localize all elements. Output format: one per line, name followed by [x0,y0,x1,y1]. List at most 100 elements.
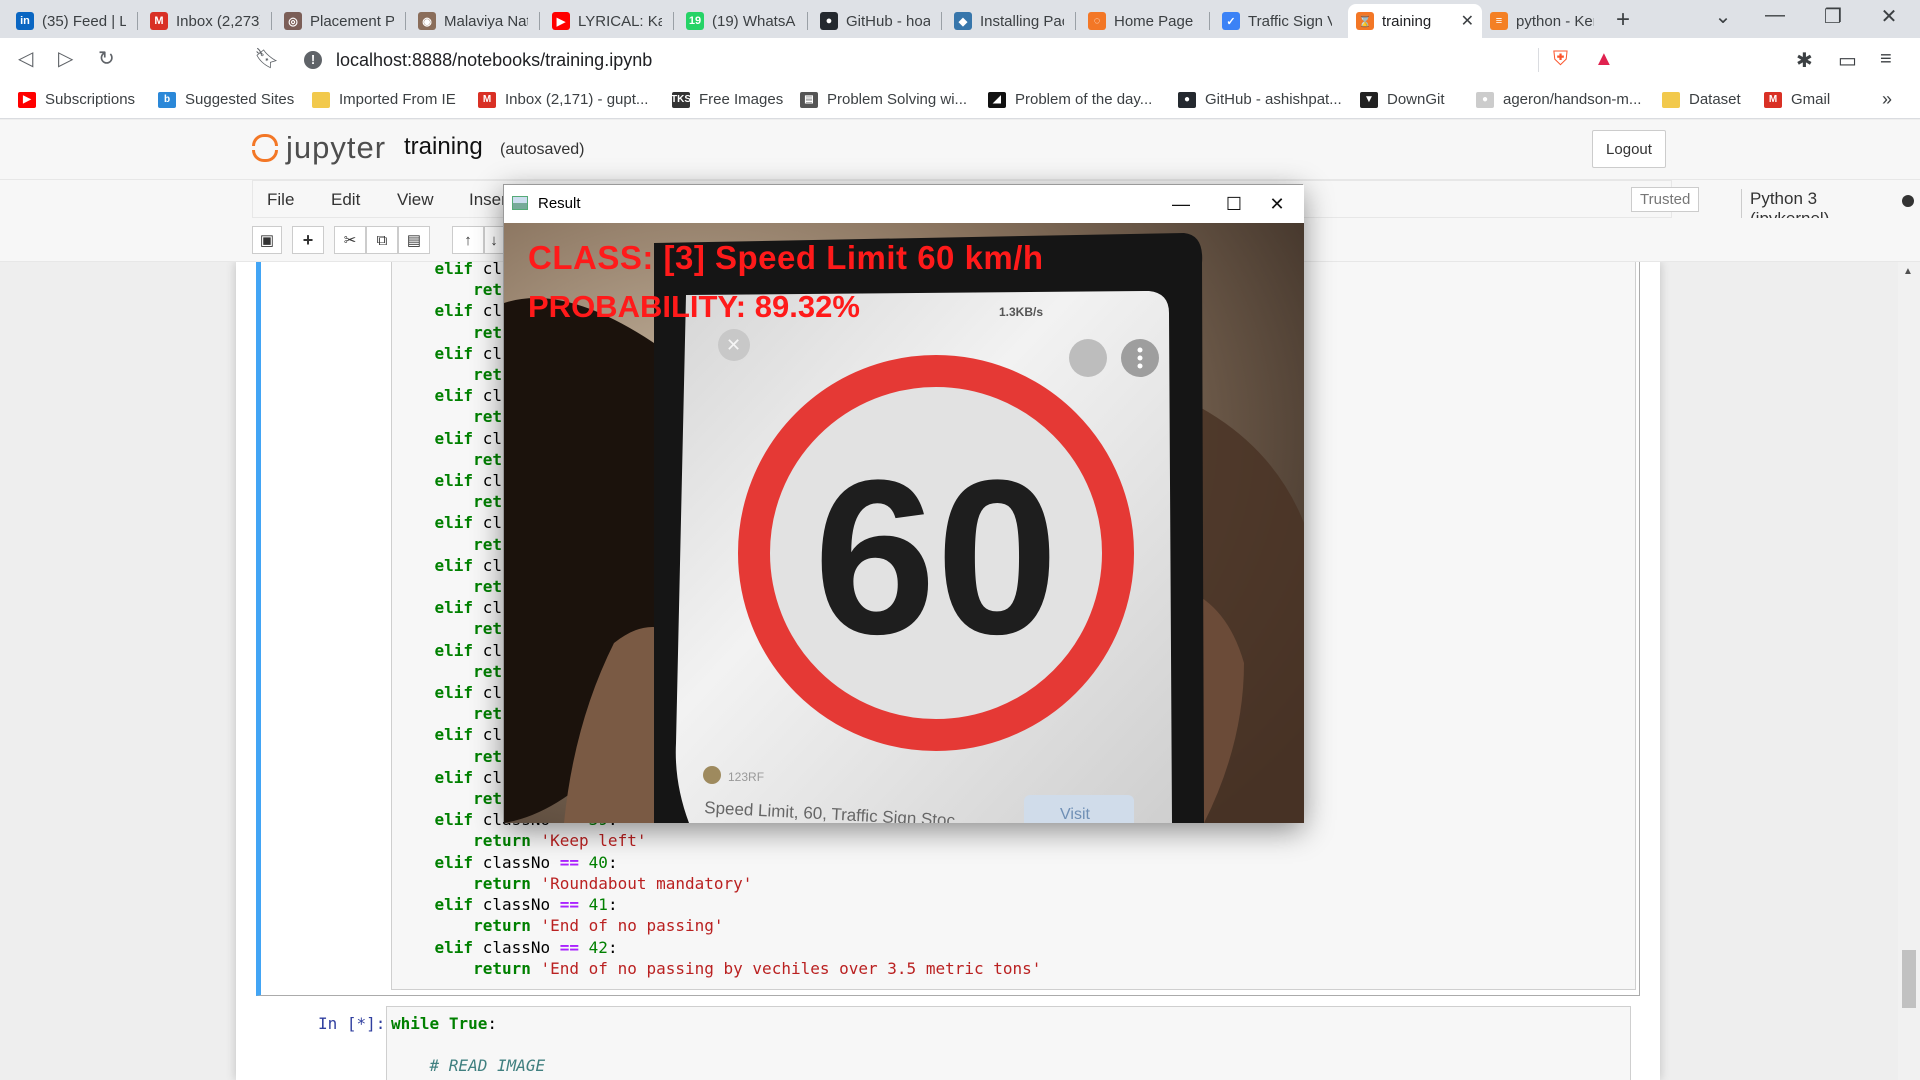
python-icon: ◆ [954,12,972,30]
browser-tab[interactable]: in (35) Feed | Li [8,4,134,38]
back-icon[interactable]: ◁ [18,46,33,71]
bookmark-item[interactable]: TKS Free Images [671,91,784,108]
site-info-icon[interactable]: ! [304,51,322,69]
logout-button[interactable]: Logout [1592,130,1666,168]
code-token: classNo [473,852,560,872]
browser-tab[interactable]: 19 (19) WhatsAp [678,4,804,38]
traffic-sign-icon: ✓ [1222,12,1240,30]
browser-tab-label: python - Ker [1516,12,1594,30]
bookmark-item[interactable]: M Gmail [1764,91,1830,108]
scroll-up-icon[interactable]: ▲ [1903,266,1913,277]
browser-tab[interactable]: ≡ python - Ker [1482,4,1602,38]
menu-view[interactable]: View [397,190,434,210]
code-token: elif [434,555,474,575]
new-tab-icon[interactable]: + [1616,6,1630,34]
browser-tab[interactable]: M Inbox (2,273) [142,4,268,38]
code-token: elif [434,386,474,406]
brave-shield-icon[interactable]: ⛨ [1553,48,1568,71]
bookmark-item[interactable]: M Inbox (2,171) - gupt... [478,91,648,108]
browser-tab[interactable]: ◆ Installing Pac [946,4,1072,38]
code-token: elif [434,428,474,448]
menu-icon[interactable]: ≡ [1880,48,1892,71]
result-window[interactable]: Result — ☐ ✕ 1.3KB/s ✕ 60 123RF Speed Li… [503,184,1304,823]
bookmark-item[interactable]: Dataset [1662,91,1741,108]
browser-tab[interactable]: ◌ Home Page - [1080,4,1206,38]
browser-tab[interactable]: ⌛ training ✕ [1348,4,1482,38]
jupyter-logo[interactable]: jupyter [252,130,386,166]
bookmark-item[interactable]: ▶ Subscriptions [18,91,135,108]
close-icon[interactable]: ✕ [1252,189,1302,219]
watermark-text: 123RF [728,770,764,784]
url-text[interactable]: localhost:8888/notebooks/training.ipynb [336,50,652,71]
minimize-window-icon[interactable]: — [1752,4,1798,27]
move-up-icon[interactable]: ↑ [452,226,484,254]
bookmark-item[interactable]: b Suggested Sites [158,91,294,108]
code-block-loop[interactable]: while True: # READ IMAGE [391,1013,545,1077]
close-window-icon[interactable]: ✕ [1866,4,1912,29]
brave-rewards-icon[interactable]: ▲ [1594,48,1614,71]
paste-icon[interactable]: ▤ [398,226,430,254]
save-icon[interactable]: ▣ [252,226,282,254]
result-titlebar[interactable]: Result — ☐ ✕ [504,185,1304,223]
menu-file[interactable]: File [267,190,294,210]
bookmark-item[interactable]: ● ageron/handson-m... [1476,91,1641,108]
gfg-icon: ◢ [988,91,1006,108]
browser-tab[interactable]: ▶ LYRICAL: Kais [544,4,670,38]
notebook-name[interactable]: training [404,133,483,161]
move-down-icon[interactable]: ↓ [484,226,504,254]
youtube-icon: ▶ [552,12,570,30]
browser-tab[interactable]: ● GitHub - hoa [812,4,938,38]
bookmark-item[interactable]: Imported From IE [312,91,456,108]
menu-edit[interactable]: Edit [331,190,360,210]
add-cell-icon[interactable]: + [292,226,324,254]
code-token: while [391,1014,440,1033]
page-scrollbar[interactable]: ▲ [1898,262,1920,1080]
menu-insert[interactable]: Inser [469,190,507,210]
cell-input-area-running[interactable]: while True: # READ IMAGE [386,1006,1631,1080]
wallet-icon[interactable]: ▭ [1838,48,1857,73]
tab-search-icon[interactable]: ⌄ [1700,4,1746,29]
forward-icon[interactable]: ▷ [58,46,73,71]
bookmark-item[interactable]: ◢ Problem of the day... [988,91,1152,108]
more-bookmarks-icon[interactable]: » [1882,89,1892,110]
browser-tab[interactable]: ✓ Traffic Sign V [1214,4,1340,38]
code-token: ret [473,322,502,342]
bookmark-item[interactable]: ● GitHub - ashishpat... [1178,91,1342,108]
code-token: elif [434,513,474,533]
browser-tab[interactable]: ◎ Placement Po [276,4,402,38]
url-bar[interactable]: ! localhost:8888/notebooks/training.ipyn… [290,44,1540,76]
browser-tab-label: Malaviya Nat [444,12,528,30]
stackoverflow-icon: ≡ [1490,12,1508,30]
trusted-badge[interactable]: Trusted [1631,187,1700,212]
scroll-thumb[interactable] [1902,950,1916,1008]
restore-window-icon[interactable]: ❐ [1810,4,1856,29]
bookmark-page-icon[interactable]: 🔖︎ [254,46,279,71]
minimize-icon[interactable]: — [1156,189,1206,219]
copy-icon[interactable]: ⧉ [366,226,398,254]
cut-icon[interactable]: ✂ [334,226,366,254]
bookmark-item[interactable]: ▼ DownGit [1360,91,1445,108]
reload-icon[interactable]: ↻ [98,46,115,71]
bookmark-label: Free Images [699,91,784,108]
code-token: return [473,873,531,893]
browser-tab[interactable]: ◉ Malaviya Nat [410,4,536,38]
close-tab-icon[interactable]: ✕ [1461,11,1474,31]
bookmark-item[interactable]: ▤ Problem Solving wi... [800,91,967,108]
browser-tab-label: GitHub - hoa [846,12,930,30]
github-icon: ● [1178,91,1196,108]
placement-icon: ◎ [284,12,302,30]
code-token: elif [434,895,474,915]
extensions-icon[interactable]: ✱ [1796,48,1813,73]
